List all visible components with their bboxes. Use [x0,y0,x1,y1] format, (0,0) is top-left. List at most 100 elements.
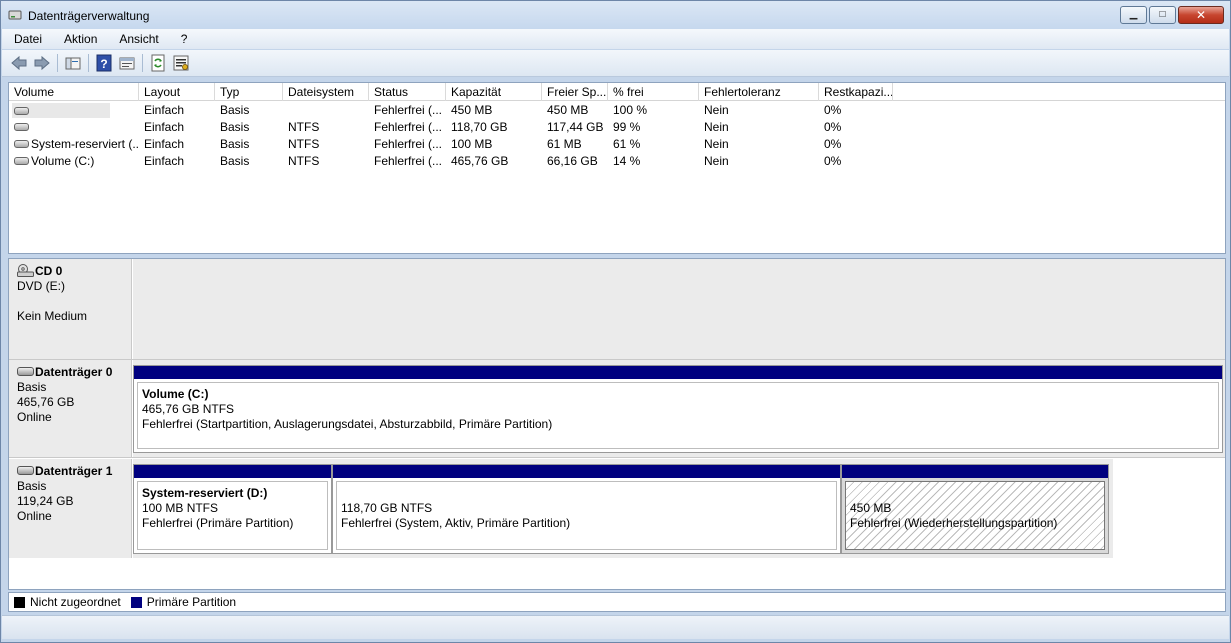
properties-icon[interactable] [118,54,136,72]
column-header-restkapazitaet[interactable]: Restkapazi... [819,83,893,101]
disk-row-cd0: CD 0 DVD (E:) Kein Medium [9,259,1225,359]
toolbar-separator [88,54,89,72]
fault-tolerance-cell: Nein [704,103,729,117]
partition-name: System-reserviert (D:) [142,486,268,500]
capacity-cell: 100 MB [451,137,493,151]
volume-row[interactable]: Einfach Basis NTFS Fehlerfrei (... 118,7… [9,119,1225,136]
layout-cell: Einfach [144,103,185,117]
volume-cell: System-reserviert (... [9,136,139,153]
status-cell: Fehlerfrei (... [374,137,443,151]
disk-state: Online [17,509,52,523]
svg-text:?: ? [100,57,107,71]
partition-bar [333,465,840,478]
partition-status: Fehlerfrei (Startpartition, Auslagerungs… [142,417,553,431]
export-icon[interactable] [172,54,190,72]
maximize-button[interactable]: □ [1149,6,1176,24]
volume-cell [9,119,139,136]
partition-size: 100 MB NTFS [142,501,219,515]
disk-name: Datenträger 0 [35,365,113,379]
partition-size: 450 MB [850,501,892,515]
disk-size: 119,24 GB [17,494,74,508]
partition-status: Fehlerfrei (Wiederherstellungspartition) [850,516,1058,530]
overhead-cell: 0% [824,103,842,117]
menu-aktion[interactable]: Aktion [60,32,101,46]
fault-tolerance-cell: Nein [704,120,729,134]
partition-body: 450 MB Fehlerfrei (Wiederherstellungspar… [845,481,1105,550]
disk-name: CD 0 [35,264,63,278]
disk-label-disk1[interactable]: Datenträger 1 Basis 119,24 GB Online [9,459,132,558]
disk-management-icon [8,10,22,20]
column-header-freier-speicher[interactable]: Freier Sp... [542,83,608,101]
toolbar-separator [142,54,143,72]
partition-name [341,486,832,501]
console-tree-icon[interactable] [64,54,82,72]
column-header-dateisystem[interactable]: Dateisystem [283,83,369,101]
partition-bar [842,465,1108,478]
refresh-icon[interactable] [149,54,167,72]
minimize-button[interactable]: ▁ [1120,6,1147,24]
status-cell: Fehlerfrei (... [374,103,443,117]
percent-free-cell: 100 % [613,103,648,117]
legend-label-primary: Primäre Partition [146,595,237,609]
free-space-cell: 61 MB [547,137,582,151]
partition-name: Volume (C:) [142,387,209,401]
legend-label-unallocated: Nicht zugeordnet [30,595,121,609]
free-space-cell: 117,44 GB [547,120,604,134]
cd-drive-icon [17,263,34,277]
disk-graph-view: CD 0 DVD (E:) Kein Medium Datenträger 0 … [8,258,1226,590]
close-button[interactable]: ✕ [1178,6,1224,24]
disk-name: Datenträger 1 [35,464,113,478]
partition-size: 118,70 GB NTFS [341,501,433,515]
title-bar: Datenträgerverwaltung ▁ □ ✕ [1,1,1230,29]
layout-cell: Einfach [144,154,185,168]
percent-free-cell: 14 % [613,154,641,168]
partition-ntfs-118gb[interactable]: 118,70 GB NTFS Fehlerfrei (System, Aktiv… [332,464,841,554]
column-header-fehlertoleranz[interactable]: Fehlertoleranz [699,83,819,101]
percent-free-cell: 61 % [613,137,641,151]
menu-datei[interactable]: Datei [10,32,46,46]
help-icon[interactable]: ? [95,54,113,72]
column-header-kapazitaet[interactable]: Kapazität [446,83,542,101]
partition-recovery[interactable]: 450 MB Fehlerfrei (Wiederherstellungspar… [841,464,1109,554]
volume-row[interactable]: Volume (C:) Einfach Basis NTFS Fehlerfre… [9,153,1225,170]
volume-icon [14,139,29,148]
column-header-typ[interactable]: Typ [215,83,283,101]
typ-cell: Basis [220,120,250,134]
volume-name: Volume (C:) [31,154,95,168]
toolbar: ? [2,50,1229,77]
drive-letter: DVD (E:) [17,279,65,293]
hard-disk-icon [17,465,34,475]
disk-state: Online [17,410,52,424]
partition-status: Fehlerfrei (System, Aktiv, Primäre Parti… [341,516,571,530]
back-arrow-icon[interactable] [10,54,28,72]
percent-free-cell: 99 % [613,120,641,134]
overhead-cell: 0% [824,154,842,168]
free-space-cell: 450 MB [547,103,589,117]
partition-body: Volume (C:) 465,76 GB NTFS Fehlerfrei (S… [137,382,1219,449]
menu-help[interactable]: ? [177,32,192,46]
menu-ansicht[interactable]: Ansicht [115,32,162,46]
media-status: Kein Medium [17,309,88,323]
column-header-prozent-frei[interactable]: % frei [608,83,699,101]
window-controls: ▁ □ ✕ [1118,6,1224,26]
typ-cell: Basis [220,137,250,151]
column-header-volume[interactable]: Volume [9,83,139,101]
volume-list-header: Volume Layout Typ Dateisystem Status Kap… [9,83,1225,101]
window-title: Datenträgerverwaltung [28,9,150,23]
column-header-layout[interactable]: Layout [139,83,215,101]
fs-cell: NTFS [288,120,320,134]
fault-tolerance-cell: Nein [704,137,729,151]
disk-label-cd0[interactable]: CD 0 DVD (E:) Kein Medium [9,259,132,359]
disk-label-disk0[interactable]: Datenträger 0 Basis 465,76 GB Online [9,360,132,457]
status-bar [2,615,1229,639]
partition-volume-c[interactable]: Volume (C:) 465,76 GB NTFS Fehlerfrei (S… [133,365,1223,453]
capacity-cell: 450 MB [451,103,493,117]
column-header-status[interactable]: Status [369,83,446,101]
volume-row[interactable]: Einfach Basis Fehlerfrei (... 450 MB 450… [9,102,1225,119]
toolbar-separator [57,54,58,72]
forward-arrow-icon[interactable] [33,54,51,72]
volume-cell [9,102,139,119]
legend-swatch-unallocated [14,596,25,608]
partition-system-reserved[interactable]: System-reserviert (D:) 100 MB NTFS Fehle… [133,464,332,554]
volume-row[interactable]: System-reserviert (... Einfach Basis NTF… [9,136,1225,153]
